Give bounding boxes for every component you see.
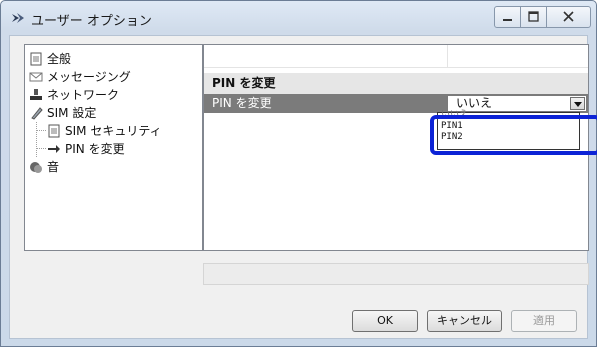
app-icon bbox=[12, 13, 24, 23]
tree-item-label: SIM セキュリティ bbox=[65, 124, 162, 138]
tree-connector bbox=[36, 148, 46, 149]
tree-item-label: メッセージング bbox=[47, 70, 131, 84]
property-row-change-pin[interactable]: PIN を変更 いいえ bbox=[204, 94, 588, 113]
document-icon bbox=[48, 124, 60, 138]
arrow-right-icon bbox=[48, 145, 60, 153]
tree-item-sim-security[interactable]: SIM セキュリティ bbox=[47, 122, 162, 140]
close-button[interactable] bbox=[547, 7, 590, 27]
description-box bbox=[203, 263, 589, 285]
tree-item-change-pin[interactable]: PIN を変更 bbox=[47, 140, 125, 158]
sound-icon bbox=[30, 162, 42, 173]
property-label: PIN を変更 bbox=[212, 96, 272, 110]
tree-item-label: 全般 bbox=[47, 52, 72, 66]
dialog-body: 全般 メッセージング ネットワーク SIM 設定 SIM セキュリティ PIN … bbox=[9, 35, 589, 339]
network-icon bbox=[30, 89, 42, 100]
tree-item-label: SIM 設定 bbox=[47, 106, 97, 120]
tree-connector bbox=[36, 130, 46, 131]
document-icon bbox=[30, 52, 42, 66]
tree-item-label: ネットワーク bbox=[47, 88, 120, 102]
combobox-value: いいえ bbox=[456, 96, 493, 110]
dropdown-option[interactable]: いいえ bbox=[441, 110, 468, 120]
chevron-down-icon[interactable] bbox=[570, 97, 585, 110]
tree-item-label: PIN を変更 bbox=[65, 142, 125, 156]
envelope-icon bbox=[29, 72, 43, 82]
tree-item-messaging[interactable]: メッセージング bbox=[29, 68, 131, 86]
minimize-button[interactable] bbox=[495, 7, 521, 27]
dropdown-option[interactable]: PIN1 bbox=[441, 121, 463, 131]
pin-dropdown-list[interactable]: いいえ PIN1 PIN2 bbox=[437, 110, 580, 150]
section-title: PIN を変更 bbox=[204, 73, 588, 94]
tree-connector bbox=[36, 122, 37, 157]
window-title: ユーザー オプション bbox=[31, 14, 152, 29]
user-options-window: ユーザー オプション 全般 メッセージング ネットワーク SIM 設定 SIM … bbox=[0, 0, 597, 347]
cancel-button[interactable]: キャンセル bbox=[427, 310, 502, 332]
tree-item-network[interactable]: ネットワーク bbox=[29, 86, 119, 104]
close-icon bbox=[563, 11, 574, 22]
title-bar[interactable]: ユーザー オプション bbox=[1, 1, 597, 35]
panel-header bbox=[204, 45, 588, 68]
maximize-icon bbox=[528, 11, 539, 22]
sim-icon bbox=[31, 107, 43, 120]
window-controls bbox=[494, 6, 591, 28]
options-tree[interactable]: 全般 メッセージング ネットワーク SIM 設定 SIM セキュリティ PIN … bbox=[24, 44, 203, 251]
tree-item-label: 音 bbox=[47, 160, 60, 174]
tree-item-sim-settings[interactable]: SIM 設定 bbox=[29, 104, 96, 122]
minimize-icon bbox=[503, 19, 512, 21]
ok-button[interactable]: OK bbox=[352, 310, 418, 332]
tree-item-sound[interactable]: 音 bbox=[29, 158, 59, 176]
maximize-button[interactable] bbox=[521, 7, 547, 27]
apply-button[interactable]: 適用 bbox=[511, 310, 577, 332]
tree-item-general[interactable]: 全般 bbox=[29, 50, 71, 68]
dropdown-option[interactable]: PIN2 bbox=[441, 132, 463, 142]
